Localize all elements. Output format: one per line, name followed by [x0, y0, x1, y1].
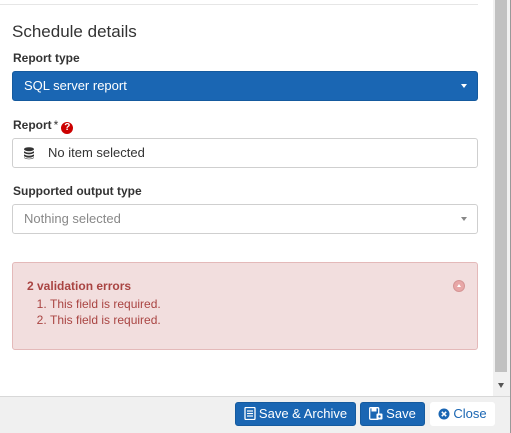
- output-type-label: Supported output type: [13, 184, 142, 198]
- save-icon: [369, 407, 383, 420]
- validation-title: 2 validation errors: [27, 279, 132, 293]
- scroll-down-arrow-icon[interactable]: [498, 383, 504, 388]
- section-title: Schedule details: [12, 22, 137, 41]
- report-type-select[interactable]: SQL server report: [12, 71, 478, 101]
- report-value: No item selected: [48, 145, 145, 160]
- validation-error-list: This field is required. This field is re…: [27, 296, 161, 328]
- close-label: Close: [453, 406, 487, 421]
- validation-error: This field is required.: [50, 296, 161, 312]
- save-archive-label: Save & Archive: [258, 406, 348, 421]
- report-label: Report *?: [13, 118, 74, 134]
- scrollbar-thumb[interactable]: [495, 0, 507, 372]
- report-type-label: Report type: [13, 51, 80, 65]
- close-button[interactable]: Close: [430, 402, 495, 426]
- help-icon[interactable]: ?: [61, 122, 74, 134]
- caret-down-icon: [461, 217, 467, 221]
- dialog-body: Schedule details Report type SQL server …: [0, 0, 493, 396]
- database-icon: [24, 147, 34, 160]
- save-label: Save: [386, 406, 416, 421]
- output-type-placeholder: Nothing selected: [24, 211, 121, 226]
- collapse-icon[interactable]: [453, 280, 465, 292]
- vertical-scrollbar[interactable]: [493, 0, 510, 396]
- report-picker[interactable]: No item selected: [12, 138, 478, 168]
- divider: [0, 4, 478, 5]
- caret-down-icon: [461, 84, 467, 88]
- archive-doc-icon: [244, 406, 256, 421]
- report-label-text: Report: [13, 118, 52, 132]
- report-type-value: SQL server report: [24, 78, 127, 93]
- save-archive-button[interactable]: Save & Archive: [235, 402, 356, 426]
- required-marker: *: [53, 118, 59, 132]
- dialog: Schedule details Report type SQL server …: [0, 0, 511, 433]
- close-circle-icon: [438, 408, 450, 420]
- save-button[interactable]: Save: [360, 402, 425, 426]
- output-type-select[interactable]: Nothing selected: [12, 204, 478, 234]
- validation-alert: 2 validation errors This field is requir…: [12, 262, 478, 350]
- validation-error: This field is required.: [50, 312, 161, 328]
